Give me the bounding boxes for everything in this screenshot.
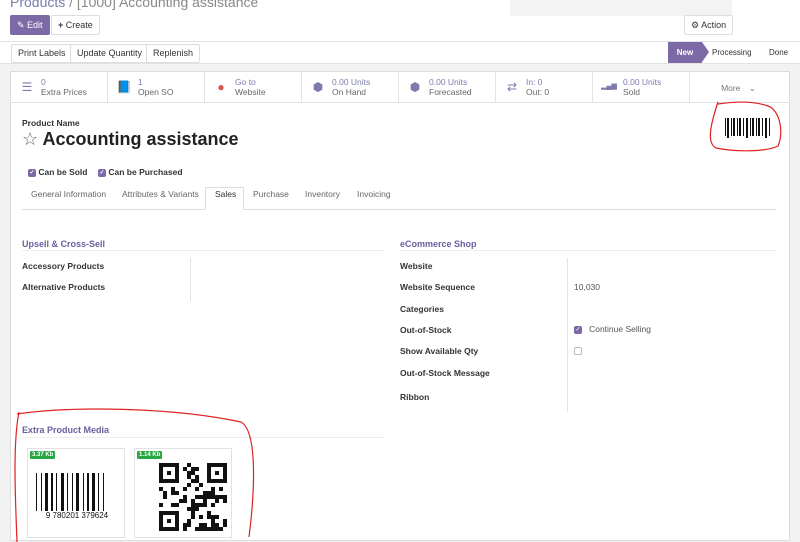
exchange-icon: ⇄	[506, 80, 518, 94]
print-labels-button[interactable]: Print Labels	[11, 44, 73, 63]
smart-button-label: On Hand	[332, 87, 367, 97]
replenish-button[interactable]: Replenish	[146, 44, 201, 63]
smart-button-label: Extra Prices	[41, 87, 87, 97]
status-done[interactable]: Done	[769, 42, 788, 63]
signal-icon: ▂▄▆	[601, 83, 617, 90]
smart-button-label: Open SO	[138, 87, 174, 97]
ribbon-label: Ribbon	[400, 392, 430, 402]
notification	[510, 0, 732, 16]
edit-button[interactable]: ✎ Edit	[10, 15, 50, 35]
smart-button-label: Out: 0	[526, 87, 550, 97]
star-icon[interactable]: ☆	[22, 129, 38, 149]
can-be-sold-label: Can be Sold	[38, 167, 88, 177]
divider	[400, 250, 776, 251]
form-sheet: ☰ 0 Extra Prices 📘 1 Open SO ● Go to Website ⬢ 0.0…	[10, 71, 790, 542]
create-label: Create	[65, 19, 93, 30]
continue-selling-label: Continue Selling	[589, 324, 651, 334]
product-name[interactable]: ☆ Accounting assistance	[22, 129, 239, 150]
ecommerce-section-title: eCommerce Shop	[400, 239, 477, 249]
tab-purchase[interactable]: Purchase	[253, 189, 289, 199]
smart-button-2[interactable]: ● Go to Website	[205, 72, 302, 102]
field-divider	[567, 258, 568, 412]
product-name-text: Accounting assistance	[42, 129, 239, 149]
smart-button-value: 0	[41, 77, 46, 87]
show-available-qty-label: Show Available Qty	[400, 346, 479, 356]
out-of-stock-label: Out-of-Stock	[400, 325, 452, 335]
website-sequence-value[interactable]: 10,030	[574, 282, 600, 292]
smart-button-text: 0.00 Units Sold	[623, 77, 661, 97]
globe-icon: ●	[217, 80, 225, 94]
product-name-label: Product Name	[22, 118, 80, 128]
tab-invoicing[interactable]: Invoicing	[357, 189, 391, 199]
cubes-icon: ⬢	[312, 80, 324, 94]
smart-button-text: 0 Extra Prices	[41, 77, 87, 97]
smart-button-text: 1 Open SO	[138, 77, 173, 97]
categories-label: Categories	[400, 304, 444, 314]
divider	[22, 250, 385, 251]
smart-button-5[interactable]: ⇄ In: 0 Out: 0	[496, 72, 593, 102]
out-of-stock-message-label: Out-of-Stock Message	[400, 368, 490, 378]
status-processing[interactable]: Processing	[712, 42, 752, 63]
tab-sales[interactable]: Sales	[215, 189, 236, 199]
smart-button-value: In: 0	[526, 77, 543, 87]
update-quantity-button[interactable]: Update Quantity	[70, 44, 150, 63]
smart-button-label: Website	[235, 87, 266, 97]
website-label: Website	[400, 261, 433, 271]
smart-button-text: Go to Website	[235, 77, 266, 97]
smart-button-text: 0.00 Units On Hand	[332, 77, 370, 97]
red-annotation	[709, 101, 782, 152]
cubes-icon: ⬢	[409, 80, 421, 94]
edit-label: Edit	[27, 19, 43, 30]
upsell-section-title: Upsell & Cross-Sell	[22, 239, 106, 249]
smart-button-value: 1	[138, 77, 143, 87]
accessory-products-label: Accessory Products	[22, 261, 105, 271]
continue-selling-checkbox[interactable]: ✓ Continue Selling	[574, 324, 651, 334]
smart-button-3[interactable]: ⬢ 0.00 Units On Hand	[302, 72, 399, 102]
smart-button-0[interactable]: ☰ 0 Extra Prices	[11, 72, 108, 102]
breadcrumb: Products / [1000] Accounting assistance	[10, 0, 258, 10]
create-button[interactable]: + Create	[51, 15, 100, 35]
tab-attributes-variants[interactable]: Attributes & Variants	[122, 189, 199, 199]
smart-button-label: Forecasted	[429, 87, 472, 97]
can-be-purchased-checkbox[interactable]: ✓ Can be Purchased	[98, 167, 183, 177]
tab-inventory[interactable]: Inventory	[305, 189, 340, 199]
smart-button-4[interactable]: ⬢ 0.00 Units Forecasted	[399, 72, 496, 102]
alternative-products-label: Alternative Products	[22, 282, 106, 292]
action-button[interactable]: ⚙ Action	[684, 15, 734, 35]
smart-buttons: ☰ 0 Extra Prices 📘 1 Open SO ● Go to Website ⬢ 0.0…	[11, 72, 789, 103]
smart-button-1[interactable]: 📘 1 Open SO	[108, 72, 205, 102]
list-icon: ☰	[21, 80, 33, 94]
smart-button-value: 0.00 Units	[429, 77, 468, 87]
status-new[interactable]: New	[668, 42, 702, 63]
tab-general-information[interactable]: General Information	[31, 189, 106, 199]
smart-button-label: Sold	[623, 87, 641, 97]
show-available-qty-checkbox[interactable]	[574, 345, 582, 355]
more-label: More	[721, 82, 741, 93]
smart-button-text: In: 0 Out: 0	[526, 77, 549, 97]
book-icon: 📘	[116, 80, 132, 94]
breadcrumb-current: [1000] Accounting assistance	[76, 0, 259, 10]
tabs-divider	[22, 209, 776, 210]
website-sequence-label: Website Sequence	[400, 282, 475, 292]
smart-button-value: 0.00 Units	[623, 77, 662, 87]
control-panel: Products / [1000] Accounting assistance …	[0, 0, 800, 42]
smart-button-6[interactable]: ▂▄▆ 0.00 Units Sold	[593, 72, 690, 102]
field-divider	[190, 258, 191, 301]
smart-button-value: 0.00 Units	[332, 77, 371, 87]
can-be-sold-checkbox[interactable]: ✓ Can be Sold	[28, 167, 88, 177]
status-arrow	[702, 42, 709, 62]
red-annotation	[14, 408, 255, 542]
smart-button-value: Go to	[235, 77, 256, 87]
breadcrumb-products[interactable]: Products	[10, 0, 65, 10]
action-label: Action	[701, 19, 727, 30]
smart-button-text: 0.00 Units Forecasted	[429, 77, 472, 97]
can-be-purchased-label: Can be Purchased	[108, 167, 183, 177]
